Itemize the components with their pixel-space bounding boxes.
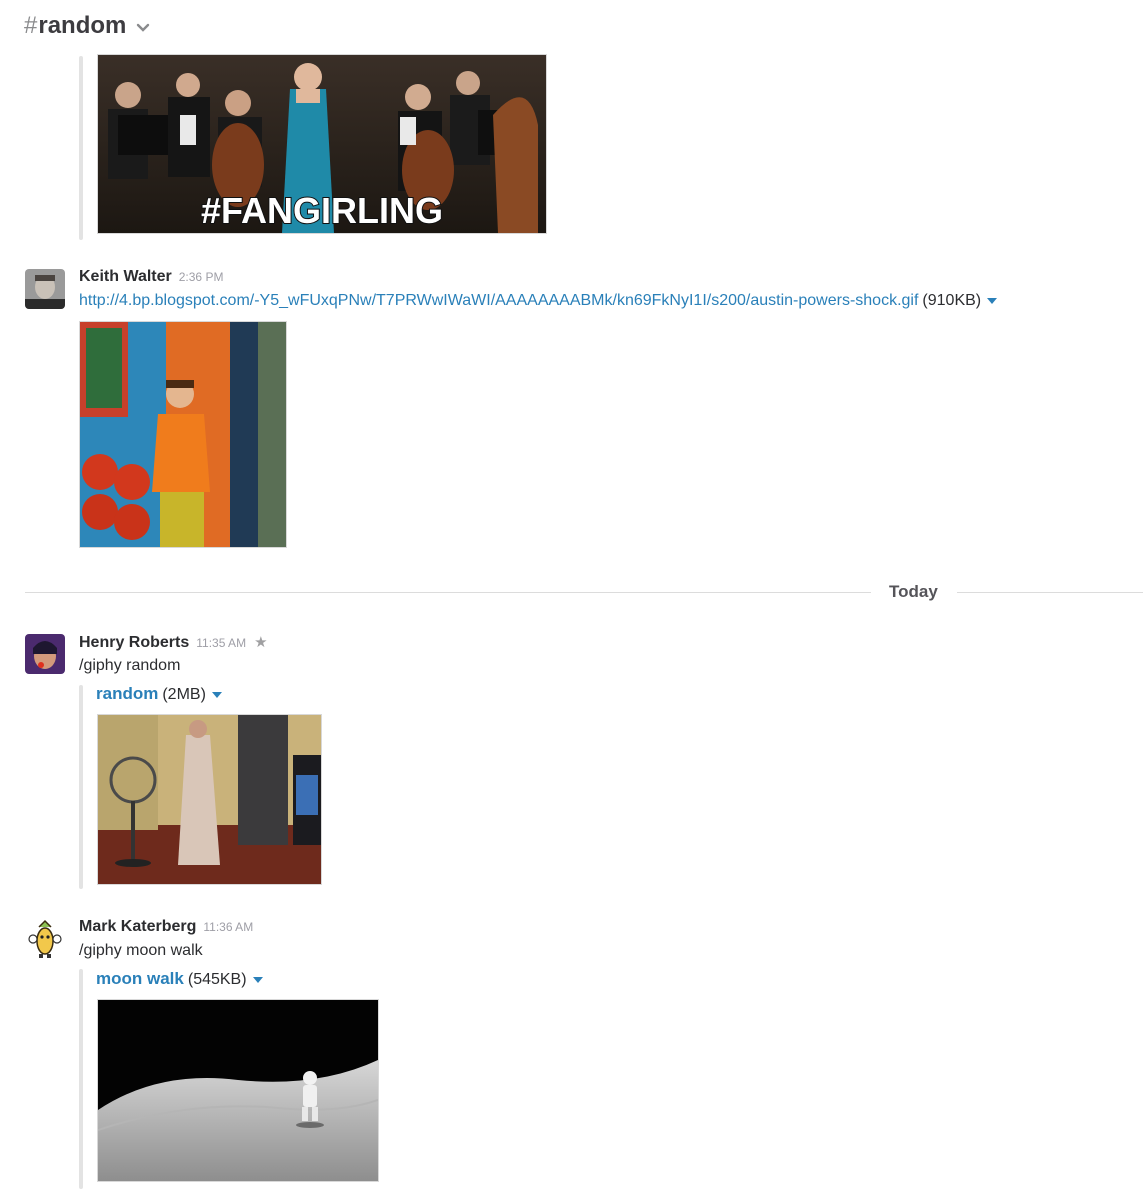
attachment-title[interactable]: random	[96, 684, 158, 703]
file-size: (910KB)	[922, 292, 982, 309]
moon-walk-gif[interactable]	[97, 999, 379, 1182]
attachment-header: moon walk (545KB)	[96, 969, 263, 989]
attachment-header: random (2MB)	[96, 684, 222, 704]
channel-header[interactable]: # random	[24, 10, 150, 42]
sender-name[interactable]: Henry Roberts	[79, 634, 189, 652]
dropdown-caret-icon[interactable]	[252, 976, 263, 983]
message-header: Keith Walter 2:36 PM	[79, 268, 223, 286]
day-divider-line	[957, 592, 1143, 593]
chevron-down-icon[interactable]	[136, 23, 150, 33]
attachment-bar	[79, 969, 83, 1189]
attachment-bar	[79, 685, 83, 889]
avatar[interactable]	[25, 919, 65, 959]
message-text: /giphy random	[79, 657, 181, 674]
file-size: (545KB)	[187, 971, 247, 988]
attachment-title[interactable]: moon walk	[96, 969, 184, 988]
austin-powers-gif[interactable]	[79, 321, 287, 548]
timestamp[interactable]: 11:36 AM	[203, 920, 253, 934]
message-header: Henry Roberts 11:35 AM ★	[79, 633, 268, 652]
message-header: Mark Katerberg 11:36 AM	[79, 918, 253, 936]
attachment-bar	[79, 56, 83, 240]
random-gif[interactable]	[97, 714, 322, 885]
file-size: (2MB)	[162, 686, 206, 703]
fangirling-gif[interactable]: #FANGIRLING	[97, 54, 547, 234]
message-body: http://4.bp.blogspot.com/-Y5_wFUxqPNw/T7…	[79, 292, 998, 310]
channel-name: random	[38, 12, 127, 39]
file-link[interactable]: http://4.bp.blogspot.com/-Y5_wFUxqPNw/T7…	[79, 292, 918, 309]
star-icon[interactable]: ★	[254, 633, 267, 651]
avatar[interactable]	[25, 269, 65, 309]
sender-name[interactable]: Mark Katerberg	[79, 918, 196, 936]
timestamp[interactable]: 2:36 PM	[179, 270, 224, 284]
gif-caption: #FANGIRLING	[201, 190, 443, 231]
sender-name[interactable]: Keith Walter	[79, 268, 172, 286]
dropdown-caret-icon[interactable]	[211, 691, 222, 698]
avatar[interactable]	[25, 634, 65, 674]
channel-hash: #	[24, 12, 38, 39]
message-text: /giphy moon walk	[79, 942, 203, 959]
day-divider-label: Today	[889, 582, 938, 601]
timestamp[interactable]: 11:35 AM	[196, 636, 246, 650]
dropdown-caret-icon[interactable]	[987, 297, 998, 304]
day-divider-line	[25, 592, 871, 593]
